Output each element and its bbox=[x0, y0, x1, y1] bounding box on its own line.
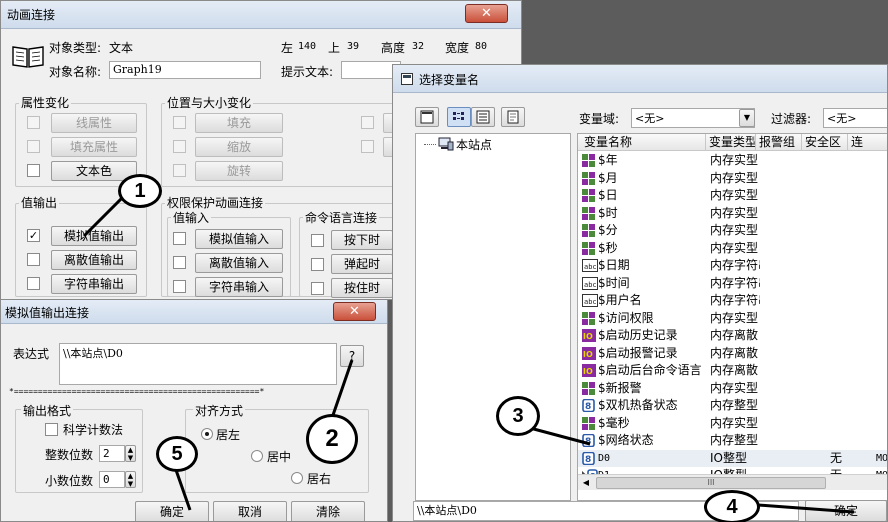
callout-pointers bbox=[82, 186, 855, 514]
callout-5: 5 bbox=[156, 436, 198, 472]
callout-1: 1 bbox=[118, 174, 162, 208]
callout-2: 2 bbox=[306, 414, 358, 464]
callout-4: 4 bbox=[704, 490, 760, 522]
callout-3: 3 bbox=[496, 396, 540, 436]
